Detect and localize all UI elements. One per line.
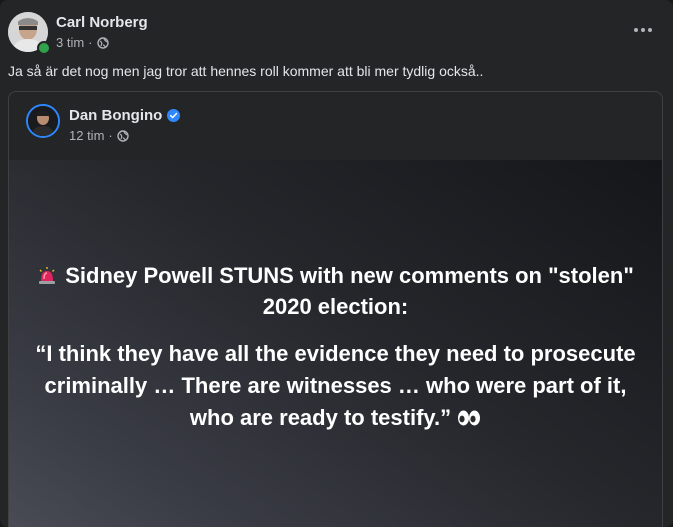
globe-icon [117, 129, 129, 142]
shared-post-time[interactable]: 12 tim [69, 128, 104, 143]
siren-icon [39, 267, 56, 284]
shared-author-avatar[interactable] [26, 104, 60, 138]
shared-post[interactable]: Dan Bongino 12 tim · Sidney Powell STUNS… [8, 91, 663, 527]
shared-author-name[interactable]: Dan Bongino [69, 107, 162, 124]
globe-icon [96, 36, 109, 49]
card-headline: Sidney Powell STUNS with new comments on… [65, 263, 634, 319]
post-time[interactable]: 3 tim [56, 35, 84, 50]
meta-separator: · [108, 128, 113, 143]
post-text: Ja så är det nog men jag tror att hennes… [8, 63, 484, 79]
shared-post-meta: 12 tim · [69, 128, 129, 143]
facebook-post: Carl Norberg 3 tim · Ja så är det nog me… [0, 0, 673, 527]
verified-badge-icon [167, 109, 181, 122]
post-author-name[interactable]: Carl Norberg [56, 14, 148, 31]
more-options-icon[interactable] [625, 18, 661, 42]
text-post-card[interactable]: Sidney Powell STUNS with new comments on… [9, 160, 662, 527]
eyes-icon [458, 410, 481, 426]
card-quote: “I think they have all the evidence they… [35, 341, 636, 430]
meta-separator: · [88, 35, 93, 50]
online-status-indicator [37, 41, 51, 55]
card-headline-block: Sidney Powell STUNS with new comments on… [29, 260, 642, 322]
shared-author-row: Dan Bongino [69, 107, 181, 124]
card-quote-block: “I think they have all the evidence they… [29, 338, 642, 434]
post-meta: 3 tim · [56, 35, 109, 50]
